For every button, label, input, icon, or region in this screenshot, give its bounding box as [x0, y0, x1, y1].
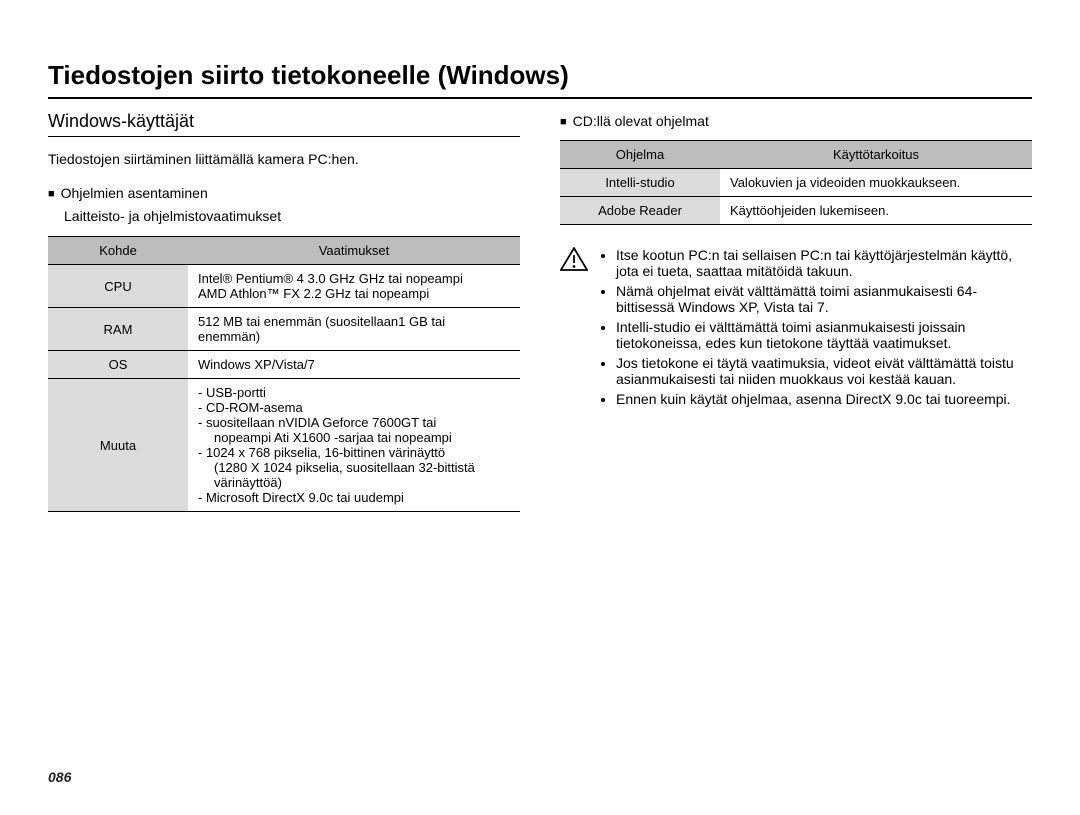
req-item-cpu: CPU	[48, 265, 188, 308]
warning-item: Nämä ohjelmat eivät välttämättä toimi as…	[616, 283, 1032, 315]
table-row: RAM 512 MB tai enemmän (suositellaan1 GB…	[48, 308, 520, 351]
warning-item: Ennen kuin käytät ohjelmaa, asenna Direc…	[616, 391, 1032, 407]
other-line: - 1024 x 768 pikselia, 16-bittinen värin…	[198, 445, 510, 460]
programs-table: Ohjelma Käyttötarkoitus Intelli-studio V…	[560, 140, 1032, 225]
warning-list: Itse kootun PC:n tai sellaisen PC:n tai …	[598, 247, 1032, 411]
page-title: Tiedostojen siirto tietokoneelle (Window…	[48, 60, 1032, 99]
req-value-os: Windows XP/Vista/7	[188, 351, 520, 379]
square-bullet-icon: ■	[48, 185, 55, 204]
other-line: - suositellaan nVIDIA Geforce 7600GT tai	[198, 415, 510, 430]
req-table-head-req: Vaatimukset	[188, 237, 520, 265]
cd-programs-label: CD:llä olevat ohjelmat	[573, 113, 709, 129]
content-columns: Windows-käyttäjät Tiedostojen siirtämine…	[48, 111, 1032, 512]
other-line: (1280 X 1024 pikselia, suositellaan 32-b…	[198, 460, 510, 475]
warning-box: Itse kootun PC:n tai sellaisen PC:n tai …	[560, 247, 1032, 411]
requirements-heading: Laitteisto- ja ohjelmistovaatimukset	[64, 208, 520, 224]
square-bullet-icon: ■	[560, 113, 567, 132]
left-column: Windows-käyttäjät Tiedostojen siirtämine…	[48, 111, 520, 512]
prog-table-head-program: Ohjelma	[560, 141, 720, 169]
table-row: CPU Intel® Pentium® 4 3.0 GHz GHz tai no…	[48, 265, 520, 308]
req-item-os: OS	[48, 351, 188, 379]
warning-triangle-icon	[560, 247, 588, 272]
install-heading-label: Ohjelmien asentaminen	[61, 185, 208, 201]
req-item-ram: RAM	[48, 308, 188, 351]
warning-item: Intelli-studio ei välttämättä toimi asia…	[616, 319, 1032, 351]
other-line: värinäyttöä)	[198, 475, 510, 490]
other-line: nopeampi Ati X1600 -sarjaa tai nopeampi	[198, 430, 510, 445]
right-column: ■ CD:llä olevat ohjelmat Ohjelma Käyttöt…	[560, 111, 1032, 512]
prog-purpose-intelli: Valokuvien ja videoiden muokkaukseen.	[720, 169, 1032, 197]
intro-text: Tiedostojen siirtäminen liittämällä kame…	[48, 151, 520, 167]
req-value-other: - USB-portti - CD-ROM-asema - suositella…	[188, 379, 520, 512]
other-line: - Microsoft DirectX 9.0c tai uudempi	[198, 490, 510, 505]
prog-table-head-purpose: Käyttötarkoitus	[720, 141, 1032, 169]
warning-item: Jos tietokone ei täytä vaatimuksia, vide…	[616, 355, 1032, 387]
warning-item: Itse kootun PC:n tai sellaisen PC:n tai …	[616, 247, 1032, 279]
table-row: Muuta - USB-portti - CD-ROM-asema - suos…	[48, 379, 520, 512]
req-item-other: Muuta	[48, 379, 188, 512]
prog-purpose-adobe: Käyttöohjeiden lukemiseen.	[720, 197, 1032, 225]
install-heading: ■ Ohjelmien asentaminen	[48, 185, 520, 204]
cd-programs-heading: ■ CD:llä olevat ohjelmat	[560, 113, 1032, 132]
req-table-head-item: Kohde	[48, 237, 188, 265]
table-row: Intelli-studio Valokuvien ja videoiden m…	[560, 169, 1032, 197]
page: Tiedostojen siirto tietokoneelle (Window…	[0, 0, 1080, 815]
req-value-ram: 512 MB tai enemmän (suositellaan1 GB tai…	[188, 308, 520, 351]
other-line: - CD-ROM-asema	[198, 400, 510, 415]
windows-users-heading: Windows-käyttäjät	[48, 111, 520, 137]
req-value-cpu: Intel® Pentium® 4 3.0 GHz GHz tai nopeam…	[188, 265, 520, 308]
other-line: - USB-portti	[198, 385, 510, 400]
prog-name-intelli: Intelli-studio	[560, 169, 720, 197]
page-number: 086	[48, 769, 71, 785]
requirements-table: Kohde Vaatimukset CPU Intel® Pentium® 4 …	[48, 236, 520, 512]
table-row: Adobe Reader Käyttöohjeiden lukemiseen.	[560, 197, 1032, 225]
table-row: OS Windows XP/Vista/7	[48, 351, 520, 379]
prog-name-adobe: Adobe Reader	[560, 197, 720, 225]
